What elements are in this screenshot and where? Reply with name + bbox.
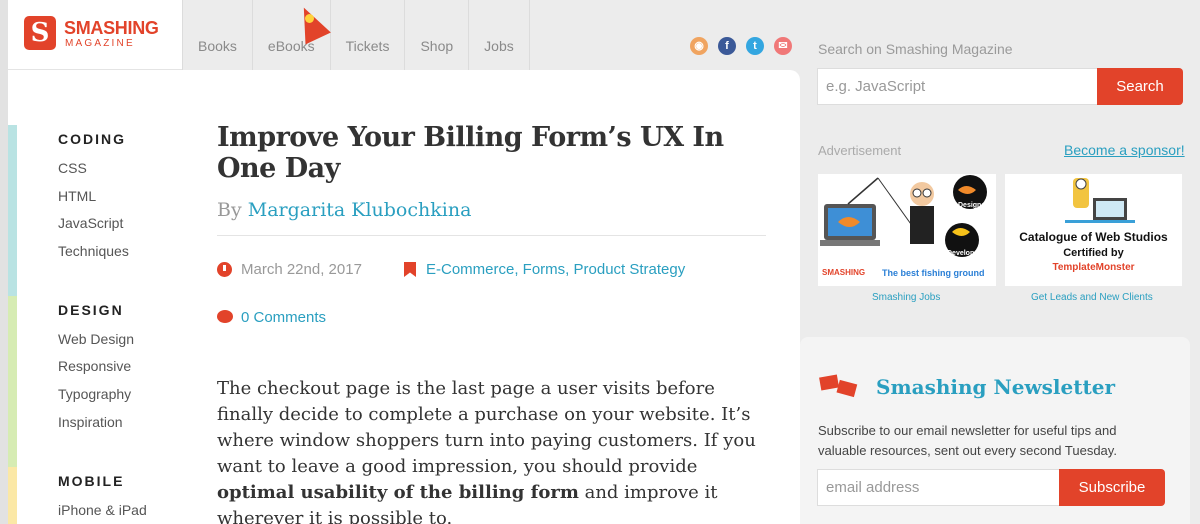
newsletter-title: Smashing Newsletter bbox=[876, 375, 1115, 399]
newsletter-description: Subscribe to our email newsletter for us… bbox=[818, 423, 1117, 458]
sidebar-item-css[interactable]: CSS bbox=[58, 160, 87, 176]
nav-ebooks[interactable]: eBooks bbox=[253, 0, 331, 70]
sidebar-item-web-design[interactable]: Web Design bbox=[58, 331, 134, 347]
email-field[interactable] bbox=[817, 469, 1060, 506]
sidebar-item-responsive[interactable]: Responsive bbox=[58, 358, 131, 374]
twitter-icon[interactable]: t bbox=[746, 37, 764, 55]
nav-tickets[interactable]: Tickets bbox=[331, 0, 406, 70]
byline-prefix: By bbox=[217, 199, 242, 221]
sidebar-heading-design[interactable]: DESIGN bbox=[58, 302, 124, 318]
nav-books[interactable]: Books bbox=[182, 0, 253, 70]
ad1-tagline: The best fishing ground bbox=[882, 268, 985, 278]
page-left-stripe bbox=[0, 0, 8, 524]
sidebar-heading-coding[interactable]: CODING bbox=[58, 131, 126, 147]
ad2-line1: Catalogue of Web Studios bbox=[1019, 230, 1168, 244]
ad2-line2: Certified by bbox=[1063, 247, 1124, 259]
logo-name: SMASHING bbox=[64, 18, 159, 38]
logo-sub: MAGAZINE bbox=[65, 38, 135, 49]
article-byline: By Margarita Klubochkina bbox=[217, 199, 471, 221]
ad1-developer: Developer bbox=[947, 250, 981, 257]
site-logo[interactable]: S SMASHING MAGAZINE bbox=[8, 0, 182, 70]
sidebar-item-javascript[interactable]: JavaScript bbox=[58, 215, 123, 231]
facebook-icon[interactable]: f bbox=[718, 37, 736, 55]
main-nav: Books eBooks Tickets Shop Jobs bbox=[182, 0, 530, 70]
become-sponsor-link[interactable]: Become a sponsor! bbox=[1064, 142, 1185, 158]
search-label: Search on Smashing Magazine bbox=[818, 41, 1013, 57]
nav-jobs[interactable]: Jobs bbox=[469, 0, 530, 70]
sidebar-item-techniques[interactable]: Techniques bbox=[58, 243, 129, 259]
advertisement-label: Advertisement bbox=[818, 143, 902, 158]
rss-icon[interactable]: ◉ bbox=[690, 37, 708, 55]
article-intro: The checkout page is the last page a use… bbox=[217, 376, 762, 524]
ad1-brand: SMASHING bbox=[822, 268, 866, 277]
web-studio-illustration-icon bbox=[1065, 178, 1135, 223]
article-categories[interactable]: E-Commerce, Forms, Product Strategy bbox=[426, 261, 685, 278]
article-title[interactable]: Improve Your Billing Form’s UX In One Da… bbox=[217, 122, 737, 184]
subscribe-button[interactable]: Subscribe bbox=[1059, 469, 1165, 506]
search-button[interactable]: Search bbox=[1097, 68, 1183, 105]
divider bbox=[217, 235, 766, 236]
ad1-caption[interactable]: Smashing Jobs bbox=[872, 292, 940, 303]
search-input[interactable] bbox=[817, 68, 1098, 105]
envelopes-icon bbox=[819, 374, 858, 398]
comment-icon bbox=[217, 310, 233, 323]
ad2-brand: TemplateMonster bbox=[1052, 262, 1135, 273]
sidebar-item-typography[interactable]: Typography bbox=[58, 386, 131, 402]
nav-shop[interactable]: Shop bbox=[405, 0, 470, 70]
sidebar-item-inspiration[interactable]: Inspiration bbox=[58, 414, 123, 430]
mascot-eye-icon bbox=[304, 14, 314, 23]
logo-mark-icon: S bbox=[24, 16, 56, 50]
intro-bold: optimal usability of the billing form bbox=[217, 482, 579, 503]
email-icon[interactable]: ✉ bbox=[774, 37, 792, 55]
ad-smashing-jobs[interactable]: Designer Developer SMASHING The best fis… bbox=[818, 174, 996, 286]
ad1-designer: Designer bbox=[958, 202, 988, 209]
design-color-bar bbox=[8, 296, 17, 467]
intro-text-1: The checkout page is the last page a use… bbox=[217, 378, 756, 477]
comments-link[interactable]: 0 Comments bbox=[241, 309, 326, 326]
ad2-caption[interactable]: Get Leads and New Clients bbox=[1031, 292, 1153, 303]
article-date: March 22nd, 2017 bbox=[241, 261, 362, 278]
coding-color-bar bbox=[8, 125, 17, 296]
sidebar-item-iphone-ipad[interactable]: iPhone & iPad bbox=[58, 502, 147, 518]
ad-template-monster[interactable]: Catalogue of Web Studios Certified by Te… bbox=[1005, 174, 1182, 286]
sidebar-heading-mobile[interactable]: MOBILE bbox=[58, 473, 124, 489]
social-links: ◉ f t ✉ bbox=[690, 37, 792, 55]
clock-icon bbox=[217, 262, 232, 277]
sidebar-item-html[interactable]: HTML bbox=[58, 188, 96, 204]
author-link[interactable]: Margarita Klubochkina bbox=[248, 199, 472, 221]
mobile-color-bar bbox=[8, 467, 17, 524]
